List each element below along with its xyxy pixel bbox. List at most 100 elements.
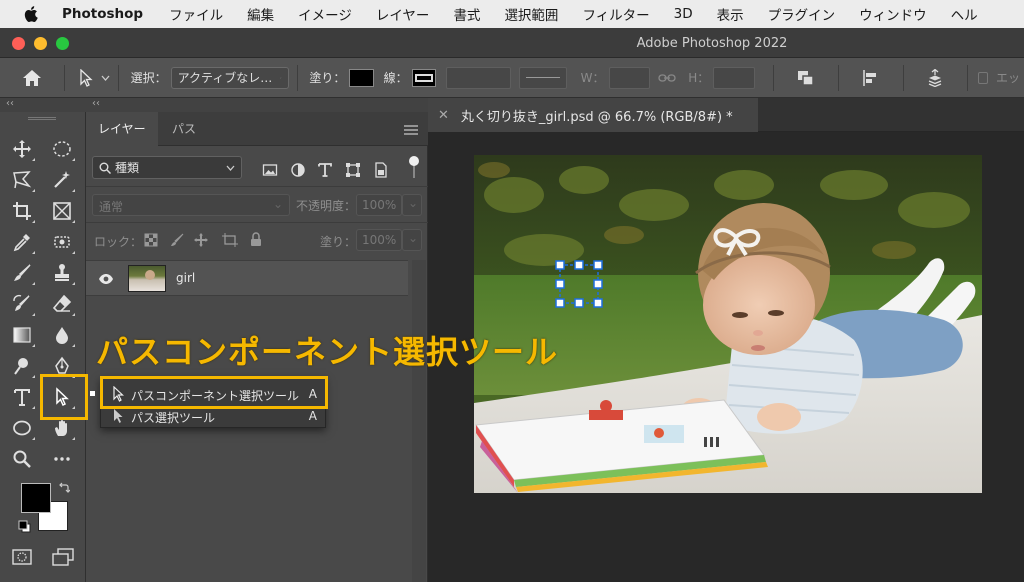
magic-wand-icon[interactable] — [49, 167, 75, 193]
fill-opacity-field[interactable]: 100% — [356, 229, 402, 251]
fill-color-swatch[interactable] — [349, 68, 374, 87]
foreground-color-swatch[interactable] — [21, 483, 51, 513]
spot-healing-icon[interactable] — [49, 229, 75, 255]
menu-file[interactable]: ファイル — [169, 4, 223, 24]
chevron-down-icon: ⌄ — [408, 231, 419, 245]
menu-view[interactable]: 表示 — [717, 4, 744, 24]
select-mode-dropdown[interactable]: アクティブなレ… — [170, 66, 289, 89]
menu-window[interactable]: ウィンドウ — [859, 4, 927, 24]
opacity-field[interactable]: 100% — [356, 194, 402, 216]
flyout-item-path-selection[interactable]: パス選択ツール A — [101, 404, 325, 428]
stroke-type-dropdown[interactable] — [519, 66, 567, 89]
stroke-color-swatch[interactable] — [411, 68, 436, 87]
brush-tool-icon[interactable] — [9, 260, 35, 286]
tab-paths[interactable]: パス — [160, 112, 208, 146]
menu-image[interactable]: イメージ — [298, 4, 352, 24]
path-component-selection-tool-icon[interactable] — [49, 384, 75, 410]
lock-row: ロック： 塗り： 100% ⌄ — [86, 222, 428, 256]
panel-tabs: レイヤー パス — [86, 112, 428, 146]
lock-artboard-icon[interactable] — [222, 233, 238, 250]
menu-edit[interactable]: 編集 — [247, 4, 274, 24]
document-tab-title: 丸く切り抜き_girl.psd @ 66.7% (RGB/8#) * — [460, 109, 733, 125]
menu-3d[interactable]: 3D — [674, 6, 693, 22]
path-operations-icon[interactable] — [796, 69, 816, 87]
default-colors-icon[interactable] — [18, 520, 32, 537]
eraser-icon[interactable] — [49, 291, 75, 317]
fill-opacity-dropdown-button[interactable]: ⌄ — [402, 229, 422, 251]
apple-icon[interactable] — [24, 5, 46, 23]
filter-shape-layers-icon[interactable] — [345, 162, 361, 178]
path-alignment-icon[interactable] — [861, 69, 881, 87]
options-separator — [772, 64, 774, 91]
filter-toggle-switch[interactable] — [409, 156, 419, 182]
menubar: Photoshop ファイル 編集 イメージ レイヤー 書式 選択範囲 フィルタ… — [0, 0, 1024, 28]
panel-menu-icon[interactable] — [404, 124, 418, 138]
toolbar-grip[interactable] — [28, 117, 56, 120]
menu-select[interactable]: 選択範囲 — [504, 4, 558, 24]
layer-filter-dropdown[interactable]: 種類 — [92, 156, 242, 179]
fill-label: 塗り： — [309, 71, 346, 85]
menu-app-name[interactable]: Photoshop — [62, 6, 143, 22]
path-selection-tool-preset-icon[interactable] — [79, 68, 110, 87]
pen-tool-icon[interactable] — [49, 353, 75, 379]
blur-tool-icon[interactable] — [49, 322, 75, 348]
collapse-panel-icon[interactable]: ‹‹ — [92, 98, 100, 109]
options-separator — [967, 64, 969, 91]
layer-thumbnail — [128, 265, 166, 292]
link-icon[interactable] — [658, 73, 676, 83]
dodge-tool-icon[interactable] — [9, 353, 35, 379]
polygonal-lasso-icon[interactable] — [9, 167, 35, 193]
layers-scrollbar[interactable] — [412, 260, 426, 582]
filter-smart-objects-icon[interactable] — [373, 162, 389, 178]
type-tool-icon[interactable] — [9, 384, 35, 410]
zoom-tool-icon[interactable] — [9, 446, 35, 472]
tab-layers[interactable]: レイヤー — [86, 112, 158, 146]
home-icon[interactable] — [22, 69, 42, 87]
layer-visibility-eye-icon[interactable] — [98, 273, 114, 288]
panel-collapse-strip: ‹‹ ‹‹ — [0, 98, 428, 112]
layer-row[interactable]: girl — [86, 260, 408, 296]
menu-filter[interactable]: フィルター — [582, 4, 649, 24]
clone-stamp-icon[interactable] — [49, 260, 75, 286]
filter-type-layers-icon[interactable] — [317, 162, 333, 178]
filter-adjustment-layers-icon[interactable] — [290, 162, 306, 178]
more-tools-icon[interactable] — [49, 446, 75, 472]
lock-position-icon[interactable] — [194, 233, 208, 250]
close-document-icon[interactable]: ✕ — [438, 108, 449, 123]
lock-transparent-pixels-icon[interactable] — [144, 233, 158, 250]
align-edges-checkbox[interactable] — [978, 71, 989, 84]
move-tool-icon[interactable] — [9, 136, 35, 162]
menu-plugins[interactable]: プラグイン — [768, 4, 836, 24]
stroke-width-field[interactable] — [445, 66, 512, 89]
layer-filter-value: 種類 — [115, 161, 140, 175]
search-icon — [99, 162, 111, 174]
hand-tool-icon[interactable] — [49, 415, 75, 441]
stroke-label: 線： — [383, 71, 408, 85]
menu-layer[interactable]: レイヤー — [376, 4, 430, 24]
collapse-toolbar-icon[interactable]: ‹‹ — [6, 98, 14, 109]
menu-help[interactable]: ヘル — [951, 4, 978, 24]
frame-tool-icon[interactable] — [49, 198, 75, 224]
eyedropper-icon[interactable] — [9, 229, 35, 255]
width-field[interactable] — [608, 66, 651, 89]
flyout-item-path-component-selection[interactable]: パスコンポーネント選択ツール A — [101, 382, 325, 406]
opacity-dropdown-button[interactable]: ⌄ — [402, 194, 422, 216]
history-brush-icon[interactable] — [9, 291, 35, 317]
crop-tool-icon[interactable] — [9, 198, 35, 224]
lock-all-icon[interactable] — [250, 232, 262, 250]
gradient-tool-icon[interactable] — [9, 322, 35, 348]
path-arrangement-icon[interactable] — [925, 68, 945, 87]
lock-image-pixels-icon[interactable] — [170, 233, 184, 250]
document-canvas-image[interactable] — [474, 155, 982, 493]
blend-mode-dropdown[interactable]: 通常 ⌄ — [92, 194, 290, 216]
height-field[interactable] — [713, 66, 755, 89]
menu-type[interactable]: 書式 — [453, 4, 480, 24]
swap-colors-icon[interactable] — [58, 482, 71, 497]
screen-mode-icon[interactable] — [52, 548, 74, 569]
elliptical-marquee-icon[interactable] — [49, 136, 75, 162]
document-tab[interactable]: ✕ 丸く切り抜き_girl.psd @ 66.7% (RGB/8#) * — [428, 98, 758, 132]
filter-pixel-layers-icon[interactable] — [262, 162, 278, 178]
ellipse-tool-icon[interactable] — [9, 415, 35, 441]
options-separator — [902, 64, 904, 91]
quick-mask-icon[interactable] — [12, 549, 32, 568]
